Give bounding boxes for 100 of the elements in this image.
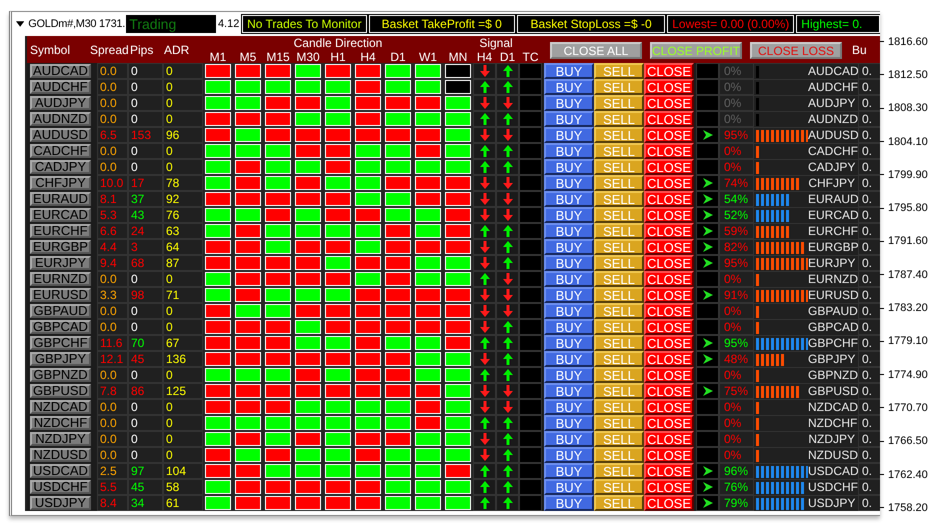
buy-button[interactable]: BUY	[544, 367, 594, 383]
buy-button[interactable]: BUY	[544, 159, 594, 175]
symbol-button[interactable]: CHFJPY	[30, 176, 91, 190]
sell-button[interactable]: SELL	[594, 79, 644, 95]
sell-button[interactable]: SELL	[594, 95, 644, 111]
symbol-button[interactable]: USDCAD	[30, 464, 91, 478]
buy-button[interactable]: BUY	[544, 319, 594, 335]
buy-button[interactable]: BUY	[544, 447, 594, 463]
sell-button[interactable]: SELL	[594, 111, 644, 127]
close-button[interactable]: CLOSE	[644, 223, 694, 239]
close-button[interactable]: CLOSE	[644, 351, 694, 367]
symbol-button[interactable]: GBPAUD	[30, 304, 91, 318]
symbol-button[interactable]: USDCHF	[30, 480, 91, 494]
buy-button[interactable]: BUY	[544, 239, 594, 255]
close-button[interactable]: CLOSE	[644, 111, 694, 127]
sell-button[interactable]: SELL	[594, 63, 644, 79]
symbol-button[interactable]: AUDNZD	[30, 112, 91, 126]
close-button[interactable]: CLOSE	[644, 207, 694, 223]
close-button[interactable]: CLOSE	[644, 79, 694, 95]
sell-button[interactable]: SELL	[594, 255, 644, 271]
symbol-button[interactable]: AUDJPY	[30, 96, 91, 110]
close-button[interactable]: CLOSE	[644, 319, 694, 335]
sell-button[interactable]: SELL	[594, 223, 644, 239]
sell-button[interactable]: SELL	[594, 415, 644, 431]
symbol-button[interactable]: CADJPY	[30, 160, 91, 174]
close-button[interactable]: CLOSE	[644, 335, 694, 351]
close-button[interactable]: CLOSE	[644, 159, 694, 175]
close-button[interactable]: CLOSE	[644, 255, 694, 271]
close-button[interactable]: CLOSE	[644, 399, 694, 415]
sell-button[interactable]: SELL	[594, 191, 644, 207]
symbol-button[interactable]: GBPJPY	[30, 352, 91, 366]
sell-button[interactable]: SELL	[594, 239, 644, 255]
close-button[interactable]: CLOSE	[644, 383, 694, 399]
symbol-button[interactable]: NZDCHF	[30, 416, 91, 430]
symbol-button[interactable]: GBPCAD	[30, 320, 91, 334]
buy-button[interactable]: BUY	[544, 79, 594, 95]
sell-button[interactable]: SELL	[594, 495, 644, 511]
close-button[interactable]: CLOSE	[644, 367, 694, 383]
buy-button[interactable]: BUY	[544, 415, 594, 431]
buy-button[interactable]: BUY	[544, 463, 594, 479]
close-button[interactable]: CLOSE	[644, 479, 694, 495]
buy-button[interactable]: BUY	[544, 95, 594, 111]
symbol-button[interactable]: GBPCHF	[30, 336, 91, 350]
buy-button[interactable]: BUY	[544, 335, 594, 351]
buy-button[interactable]: BUY	[544, 191, 594, 207]
symbol-button[interactable]: AUDCAD	[30, 64, 91, 78]
sell-button[interactable]: SELL	[594, 287, 644, 303]
close-button[interactable]: CLOSE	[644, 143, 694, 159]
buy-button[interactable]: BUY	[544, 479, 594, 495]
symbol-button[interactable]: NZDCAD	[30, 400, 91, 414]
symbol-button[interactable]: GBPNZD	[30, 368, 91, 382]
close-button[interactable]: CLOSE	[644, 303, 694, 319]
symbol-button[interactable]: USDJPY	[30, 496, 91, 510]
buy-button[interactable]: BUY	[544, 399, 594, 415]
sell-button[interactable]: SELL	[594, 463, 644, 479]
close-button[interactable]: CLOSE	[644, 495, 694, 511]
symbol-button[interactable]: AUDUSD	[30, 128, 91, 142]
symbol-button[interactable]: EURUSD	[30, 288, 91, 302]
close-button[interactable]: CLOSE	[644, 447, 694, 463]
close-button[interactable]: CLOSE	[644, 239, 694, 255]
sell-button[interactable]: SELL	[594, 399, 644, 415]
buy-button[interactable]: BUY	[544, 303, 594, 319]
close-button[interactable]: CLOSE	[644, 175, 694, 191]
buy-button[interactable]: BUY	[544, 175, 594, 191]
sell-button[interactable]: SELL	[594, 127, 644, 143]
buy-button[interactable]: BUY	[544, 383, 594, 399]
buy-button[interactable]: BUY	[544, 431, 594, 447]
symbol-button[interactable]: CADCHF	[30, 144, 91, 158]
sell-button[interactable]: SELL	[594, 383, 644, 399]
buy-button[interactable]: BUY	[544, 223, 594, 239]
sell-button[interactable]: SELL	[594, 479, 644, 495]
buy-button[interactable]: BUY	[544, 255, 594, 271]
close-button[interactable]: CLOSE	[644, 95, 694, 111]
sell-button[interactable]: SELL	[594, 175, 644, 191]
symbol-button[interactable]: EURJPY	[30, 256, 91, 270]
sell-button[interactable]: SELL	[594, 207, 644, 223]
sell-button[interactable]: SELL	[594, 319, 644, 335]
close-button[interactable]: CLOSE	[644, 415, 694, 431]
symbol-button[interactable]: EURAUD	[30, 192, 91, 206]
sell-button[interactable]: SELL	[594, 271, 644, 287]
sell-button[interactable]: SELL	[594, 159, 644, 175]
sell-button[interactable]: SELL	[594, 143, 644, 159]
buy-button[interactable]: BUY	[544, 351, 594, 367]
close-button[interactable]: CLOSE PROFIT	[650, 42, 742, 58]
buy-button[interactable]: BUY	[544, 495, 594, 511]
sell-button[interactable]: SELL	[594, 303, 644, 319]
buy-button[interactable]: BUY	[544, 207, 594, 223]
close-button[interactable]: CLOSE	[644, 431, 694, 447]
symbol-button[interactable]: EURCAD	[30, 208, 91, 222]
close-button[interactable]: CLOSE	[644, 63, 694, 79]
buy-button[interactable]: BUY	[544, 111, 594, 127]
close-button[interactable]: CLOSE	[644, 287, 694, 303]
dropdown-icon[interactable]	[16, 21, 24, 27]
close-button[interactable]: CLOSE	[644, 271, 694, 287]
close-button[interactable]: CLOSE	[644, 127, 694, 143]
close-button[interactable]: CLOSE	[644, 191, 694, 207]
sell-button[interactable]: SELL	[594, 367, 644, 383]
symbol-button[interactable]: AUDCHF	[30, 80, 91, 94]
buy-button[interactable]: BUY	[544, 127, 594, 143]
symbol-button[interactable]: EURCHF	[30, 224, 91, 238]
